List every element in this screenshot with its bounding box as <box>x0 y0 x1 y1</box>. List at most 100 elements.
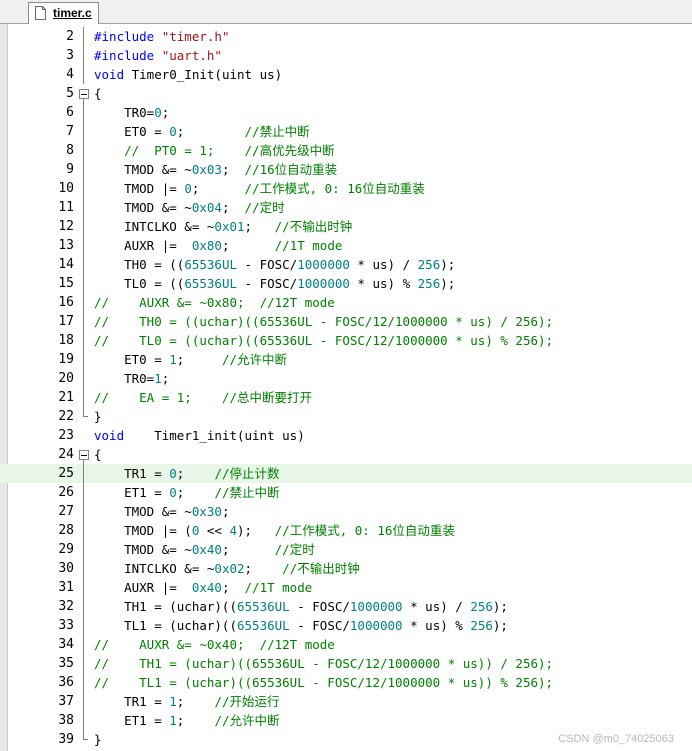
code-line[interactable]: 8 // PT0 = 1; //高优先级中断 <box>0 141 692 160</box>
fold-gutter[interactable] <box>78 445 90 464</box>
line-number: 39 <box>58 732 74 747</box>
fold-gutter <box>78 27 90 46</box>
code-token: { <box>94 447 102 462</box>
code-line[interactable]: 7 ET0 = 0; //禁止中断 <box>0 122 692 141</box>
fold-gutter <box>78 407 90 426</box>
code-line[interactable]: 34 // AUXR &= ~0x40; //12T mode <box>0 635 692 654</box>
code-line[interactable]: 35 // TH1 = (uchar)((65536UL - FOSC/12/10… <box>0 654 692 673</box>
code-token: //禁止中断 <box>214 485 280 500</box>
fold-gutter <box>78 293 90 312</box>
code-token: 65536UL <box>184 276 237 291</box>
code-line[interactable]: 6 TR0=0; <box>0 103 692 122</box>
line-number: 29 <box>58 542 74 557</box>
line-number: 18 <box>58 333 74 348</box>
code-line[interactable]: 18 // TL0 = ((uchar)((65536UL - FOSC/12/1… <box>0 331 692 350</box>
code-token: 65536UL <box>184 257 237 272</box>
fold-gutter <box>78 616 90 635</box>
code-line[interactable]: 30 INTCLKO &= ~0x02; //不输出时钟 <box>0 559 692 578</box>
line-number: 35 <box>58 656 74 671</box>
code-text: TR0=0; <box>94 103 169 122</box>
code-token: 1 <box>169 694 177 709</box>
code-text: } <box>94 730 102 749</box>
code-token: //工作模式, 0: 16位自动重装 <box>244 181 425 196</box>
code-line[interactable]: 15 TL0 = ((65536UL - FOSC/1000000 * us) … <box>0 274 692 293</box>
fold-gutter <box>78 255 90 274</box>
fold-collapse-icon[interactable] <box>79 450 89 460</box>
code-line[interactable]: 27 TMOD &= ~0x30; <box>0 502 692 521</box>
code-line[interactable]: 31 AUXR |= 0x40; //1T mode <box>0 578 692 597</box>
code-line[interactable]: 12 INTCLKO &= ~0x01; //不输出时钟 <box>0 217 692 236</box>
code-token: 256 <box>470 618 493 633</box>
line-number: 37 <box>58 694 74 709</box>
code-token: 0x40 <box>191 542 222 557</box>
tab-timer-c[interactable]: timer.c <box>28 2 99 24</box>
code-line[interactable]: 33 TL1 = (uchar)((65536UL - FOSC/1000000… <box>0 616 692 635</box>
fold-gutter[interactable] <box>78 84 90 103</box>
code-line[interactable]: 32 TH1 = (uchar)((65536UL - FOSC/1000000… <box>0 597 692 616</box>
code-token: << <box>199 523 230 538</box>
code-line[interactable]: 3 #include "uart.h" <box>0 46 692 65</box>
code-token: 0x02 <box>214 561 245 576</box>
code-line[interactable]: 37 TR1 = 1; //开始运行 <box>0 692 692 711</box>
fold-gutter <box>78 65 90 84</box>
code-line[interactable]: 9 TMOD &= ~0x03; //16位自动重装 <box>0 160 692 179</box>
code-line[interactable]: 10 TMOD |= 0; //工作模式, 0: 16位自动重装 <box>0 179 692 198</box>
code-line[interactable]: 17 // TH0 = ((uchar)((65536UL - FOSC/12/1… <box>0 312 692 331</box>
code-token: { <box>94 86 102 101</box>
code-token: ET0 = <box>94 352 170 367</box>
code-line[interactable]: 19 ET0 = 1; //允许中断 <box>0 350 692 369</box>
code-line[interactable]: 11 TMOD &= ~0x04; //定时 <box>0 198 692 217</box>
code-token: 1000000 <box>349 618 403 633</box>
fold-gutter <box>78 635 90 654</box>
code-line[interactable]: 14 TH0 = ((65536UL - FOSC/1000000 * us) … <box>0 255 692 274</box>
code-token: Timer1_init(uint us) <box>124 428 305 443</box>
code-text: TR1 = 0; //停止计数 <box>94 464 279 483</box>
code-token: void <box>94 428 125 443</box>
code-token: ); <box>492 618 508 633</box>
fold-gutter <box>78 217 90 236</box>
code-token: INTCLKO &= ~ <box>94 219 215 234</box>
code-token: - FOSC/ <box>289 599 350 614</box>
code-line[interactable]: 5{ <box>0 84 692 103</box>
code-token: ; <box>221 162 245 177</box>
code-line[interactable]: 13 AUXR |= 0x80; //1T mode <box>0 236 692 255</box>
code-text: { <box>94 445 102 464</box>
code-line[interactable]: 4 void Timer0_Init(uint us) <box>0 65 692 84</box>
code-line[interactable]: 16 // AUXR &= ~0x80; //12T mode <box>0 293 692 312</box>
code-line[interactable]: 23 void Timer1_init(uint us) <box>0 426 692 445</box>
code-text: ET0 = 1; //允许中断 <box>94 350 287 369</box>
code-line[interactable]: 20 TR0=1; <box>0 369 692 388</box>
fold-gutter <box>78 369 90 388</box>
code-line[interactable]: 36 // TL1 = (uchar)((65536UL - FOSC/12/10… <box>0 673 692 692</box>
line-number: 24 <box>58 447 74 462</box>
line-number: 38 <box>58 713 74 728</box>
fold-gutter <box>78 521 90 540</box>
code-line[interactable]: 29 TMOD &= ~0x40; //定时 <box>0 540 692 559</box>
code-line[interactable]: 21 // EA = 1; //总中断要打开 <box>0 388 692 407</box>
code-token: 256 <box>417 276 441 291</box>
code-token: AUXR |= <box>94 238 192 253</box>
code-line[interactable]: 22} <box>0 407 692 426</box>
code-line[interactable]: 26 ET1 = 0; //禁止中断 <box>0 483 692 502</box>
code-line[interactable]: 25 TR1 = 0; //停止计数 <box>0 464 692 483</box>
code-text: TMOD |= (0 << 4); //工作模式, 0: 16位自动重装 <box>94 521 455 540</box>
fold-collapse-icon[interactable] <box>79 89 89 99</box>
code-line[interactable]: 24 { <box>0 445 692 464</box>
code-text: AUXR |= 0x80; //1T mode <box>94 236 342 255</box>
code-line[interactable]: 28 TMOD |= (0 << 4); //工作模式, 0: 16位自动重装 <box>0 521 692 540</box>
code-token: INTCLKO &= ~ <box>94 561 215 576</box>
code-token: 0x40 <box>191 580 222 595</box>
code-text: TMOD &= ~0x03; //16位自动重装 <box>94 160 337 179</box>
code-token: TMOD &= ~ <box>94 542 192 557</box>
code-editor[interactable]: 2 #include "timer.h" 3 #include "uart.h" 4 vo… <box>0 24 692 751</box>
code-token: AUXR |= <box>94 580 192 595</box>
c-file-icon <box>35 6 46 20</box>
code-line[interactable]: 2 #include "timer.h" <box>0 27 692 46</box>
code-token: TMOD |= <box>94 181 185 196</box>
code-token: 65536UL <box>237 618 290 633</box>
line-number: 28 <box>58 523 74 538</box>
fold-gutter <box>78 483 90 502</box>
line-number: 11 <box>58 200 74 215</box>
code-line[interactable]: 38 ET1 = 1; //允许中断 <box>0 711 692 730</box>
code-token: 0 <box>184 181 192 196</box>
